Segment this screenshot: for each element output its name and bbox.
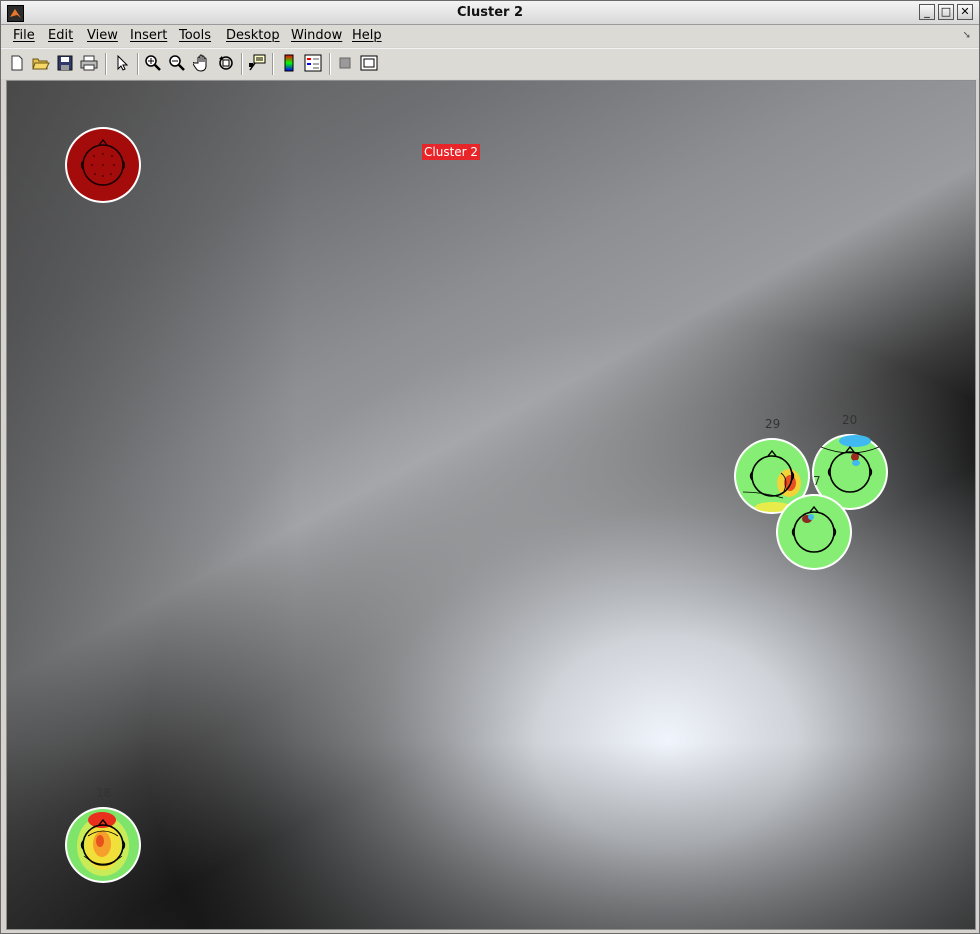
toolbar-separator bbox=[329, 53, 331, 75]
zoom-out-icon[interactable] bbox=[167, 53, 187, 73]
menu-help[interactable]: Help bbox=[352, 28, 382, 43]
menu-desktop[interactable]: Desktop bbox=[226, 28, 280, 43]
close-icon: ✕ bbox=[960, 5, 970, 18]
print-icon[interactable] bbox=[79, 53, 99, 73]
minimize-icon: _ bbox=[924, 5, 930, 18]
menu-edit[interactable]: Edit bbox=[48, 28, 73, 43]
figure-window: Cluster 2 _ □ ✕ File Edit View Insert To… bbox=[0, 0, 980, 934]
maximize-button[interactable]: □ bbox=[938, 4, 954, 20]
show-plot-tools-icon[interactable] bbox=[359, 53, 379, 73]
menu-bar: File Edit View Insert Tools Desktop Wind… bbox=[1, 25, 979, 47]
window-title: Cluster 2 bbox=[456, 5, 523, 20]
close-button[interactable]: ✕ bbox=[957, 4, 973, 20]
toolbar-separator bbox=[105, 53, 107, 75]
insert-legend-icon[interactable] bbox=[303, 53, 323, 73]
rotate-3d-icon[interactable] bbox=[216, 53, 236, 73]
menu-view[interactable]: View bbox=[87, 28, 118, 43]
toolbar-separator bbox=[137, 53, 139, 75]
open-file-icon[interactable] bbox=[31, 53, 51, 73]
menubar-dock-arrow-icon[interactable]: ➘ bbox=[963, 30, 971, 41]
menu-tools[interactable]: Tools bbox=[179, 28, 211, 43]
cluster-label: Cluster 2 bbox=[422, 144, 481, 160]
toolbar-separator bbox=[272, 53, 274, 75]
menu-insert[interactable]: Insert bbox=[130, 28, 167, 43]
title-bar: Cluster 2 _ □ ✕ bbox=[1, 1, 979, 25]
data-cursor-icon[interactable] bbox=[247, 53, 267, 73]
topoplot-label-18: 18 bbox=[96, 786, 112, 800]
menu-file[interactable]: File bbox=[13, 28, 35, 43]
new-figure-icon[interactable] bbox=[7, 53, 27, 73]
maximize-icon: □ bbox=[940, 5, 952, 18]
pan-hand-icon[interactable] bbox=[192, 53, 212, 73]
hide-plot-tools-icon[interactable] bbox=[335, 53, 355, 73]
cluster-mean-topoplot[interactable] bbox=[64, 126, 142, 204]
topoplot-label-20: 20 bbox=[842, 413, 858, 427]
save-icon[interactable] bbox=[55, 53, 75, 73]
edit-plot-arrow-icon[interactable] bbox=[112, 53, 132, 73]
figure-axes-canvas[interactable]: Cluster 2 29 20 7 18 bbox=[6, 80, 976, 930]
component-18-topoplot[interactable] bbox=[64, 806, 142, 884]
topoplot-label-7: 7 bbox=[813, 474, 821, 488]
topoplot-label-29: 29 bbox=[765, 417, 781, 431]
insert-colorbar-icon[interactable] bbox=[279, 53, 299, 73]
figure-toolbar bbox=[1, 48, 979, 79]
zoom-in-icon[interactable] bbox=[143, 53, 163, 73]
component-7-topoplot[interactable] bbox=[775, 493, 853, 571]
minimize-button[interactable]: _ bbox=[919, 4, 935, 20]
toolbar-separator bbox=[241, 53, 243, 75]
menu-window[interactable]: Window bbox=[291, 28, 342, 43]
